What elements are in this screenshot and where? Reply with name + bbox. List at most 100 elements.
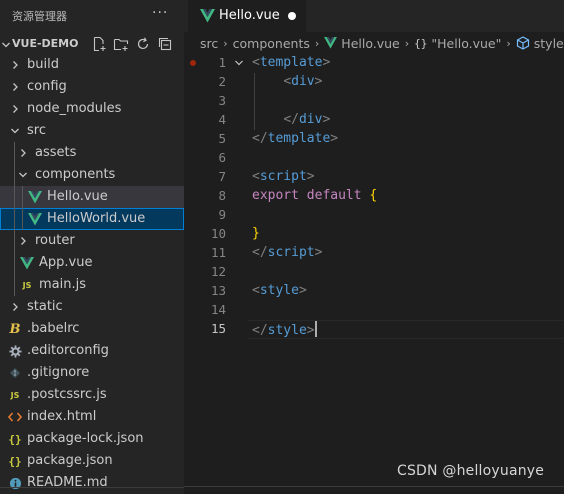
tree-item-label: main.js: [39, 277, 86, 292]
tree-item-hello-vue[interactable]: Hello.vue: [0, 186, 184, 208]
code-text: <style>: [252, 283, 307, 298]
line-number: 5: [218, 131, 226, 146]
code-editor[interactable]: 1 <template> 2 <div> 3 4 </div> 5 </template> 6…: [184, 54, 564, 474]
code-token: <: [283, 74, 292, 89]
json-braces-icon: {}: [8, 454, 22, 468]
tree-item-build[interactable]: build: [0, 54, 184, 76]
line-number: 12: [210, 264, 226, 279]
line-number: 3: [218, 93, 226, 108]
tree-item-helloworld-vue[interactable]: HelloWorld.vue: [0, 208, 184, 230]
chevron-right-icon: ›: [506, 36, 511, 50]
code-token: }: [252, 226, 260, 241]
project-root-row[interactable]: VUE-DEMO: [0, 33, 184, 55]
new-folder-icon[interactable]: [112, 35, 130, 53]
tree-item-package-lock-json[interactable]: {} package-lock.json: [0, 428, 184, 450]
code-token: >: [322, 112, 331, 127]
fold-chevron-icon[interactable]: [234, 56, 244, 74]
tree-item-app-vue[interactable]: App.vue: [0, 252, 184, 274]
refresh-icon[interactable]: [134, 35, 152, 53]
code-line[interactable]: 5 </template>: [184, 130, 564, 149]
cube-icon: [516, 36, 530, 50]
tree-item-gitignore[interactable]: .gitignore: [0, 362, 184, 384]
tree-item-label: package.json: [27, 453, 113, 468]
tree-item-static[interactable]: static: [0, 296, 184, 318]
code-line[interactable]: 8 export default {: [184, 187, 564, 206]
tree-item-main-js[interactable]: JS main.js: [0, 274, 184, 296]
tree-item-package-json[interactable]: {} package.json: [0, 450, 184, 472]
code-line[interactable]: 14: [184, 301, 564, 320]
chevron-right-icon: [8, 300, 22, 314]
code-line[interactable]: 3: [184, 92, 564, 111]
tree-item-label: package-lock.json: [27, 431, 144, 446]
tree-item-router[interactable]: router: [0, 230, 184, 252]
gear-icon: [8, 344, 22, 358]
breadcrumb-components[interactable]: components: [233, 36, 310, 51]
collapse-all-icon[interactable]: [156, 35, 174, 53]
tree-item-components[interactable]: components: [0, 164, 184, 186]
tree-item-label: build: [27, 57, 59, 72]
tree-item-label: App.vue: [39, 255, 93, 270]
panel-tabs-strip: [184, 486, 564, 494]
code-token: </: [252, 131, 268, 146]
code-line[interactable]: 6: [184, 149, 564, 168]
tree-item-babelrc[interactable]: B .babelrc: [0, 318, 184, 340]
tree-item-label: static: [27, 299, 63, 314]
code-token: >: [322, 55, 331, 70]
code-token: <: [252, 283, 260, 298]
tree-item-index-html[interactable]: index.html: [0, 406, 184, 428]
code-line[interactable]: 7 <script>: [184, 168, 564, 187]
project-name: VUE-DEMO: [12, 37, 79, 50]
code-token: export: [252, 188, 299, 203]
line-number: 8: [218, 188, 226, 203]
chevron-right-icon: [8, 80, 22, 94]
code-text: </script>: [252, 245, 322, 260]
tree-item-node-modules[interactable]: node_modules: [0, 98, 184, 120]
tree-item-label: HelloWorld.vue: [47, 211, 146, 226]
tree-item-postcssrc-js[interactable]: JS .postcssrc.js: [0, 384, 184, 406]
tree-item-readme-md[interactable]: README.md: [0, 472, 184, 494]
code-line[interactable]: 2 <div>: [184, 73, 564, 92]
sidebar-divider: [0, 487, 184, 488]
tree-item-label: .gitignore: [27, 365, 90, 380]
indent-guide: [14, 164, 15, 186]
ellipsis-icon[interactable]: ···: [152, 5, 168, 21]
code-token: >: [298, 283, 307, 298]
code-token: template: [259, 55, 323, 70]
breadcrumb-module[interactable]: "Hello.vue": [431, 36, 501, 51]
tree-item-config[interactable]: config: [0, 76, 184, 98]
new-file-icon[interactable]: [90, 35, 108, 53]
indent-guide: [14, 186, 15, 208]
code-line[interactable]: 11 </script>: [184, 244, 564, 263]
code-line[interactable]: 12: [184, 263, 564, 282]
breadcrumb-src[interactable]: src: [200, 36, 218, 51]
code-token: </: [283, 112, 299, 127]
breadcrumb-file[interactable]: Hello.vue: [341, 36, 399, 51]
chevron-right-icon: [8, 102, 22, 116]
code-text: </div>: [252, 112, 330, 127]
html-icon: [8, 410, 22, 424]
vue-icon: [200, 8, 215, 27]
code-token: </: [252, 323, 268, 338]
tree-item-assets[interactable]: assets: [0, 142, 184, 164]
code-text: export default {: [252, 188, 377, 203]
line-number: 2: [218, 74, 226, 89]
line-number: 14: [210, 302, 226, 317]
indent-guide: [22, 208, 23, 230]
code-line[interactable]: 15 </style>: [184, 320, 564, 339]
tab-hello-vue[interactable]: Hello.vue: [188, 0, 306, 32]
code-text: }: [252, 226, 260, 241]
breadcrumb-style[interactable]: style: [534, 36, 564, 51]
code-line[interactable]: 1 <template>: [184, 54, 564, 73]
code-line[interactable]: 9: [184, 206, 564, 225]
vue-icon: [20, 256, 34, 270]
code-line[interactable]: 4 </div>: [184, 111, 564, 130]
breadcrumb: src › components › Hello.vue › {} "Hello…: [184, 32, 564, 54]
tree-item-editorconfig[interactable]: .editorconfig: [0, 340, 184, 362]
explorer-actions: [90, 35, 174, 53]
tree-item-src[interactable]: src: [0, 120, 184, 142]
text-cursor: [314, 321, 317, 337]
code-line[interactable]: 13 <style>: [184, 282, 564, 301]
unsaved-dot-icon[interactable]: [288, 12, 296, 20]
code-line[interactable]: 10}: [184, 225, 564, 244]
